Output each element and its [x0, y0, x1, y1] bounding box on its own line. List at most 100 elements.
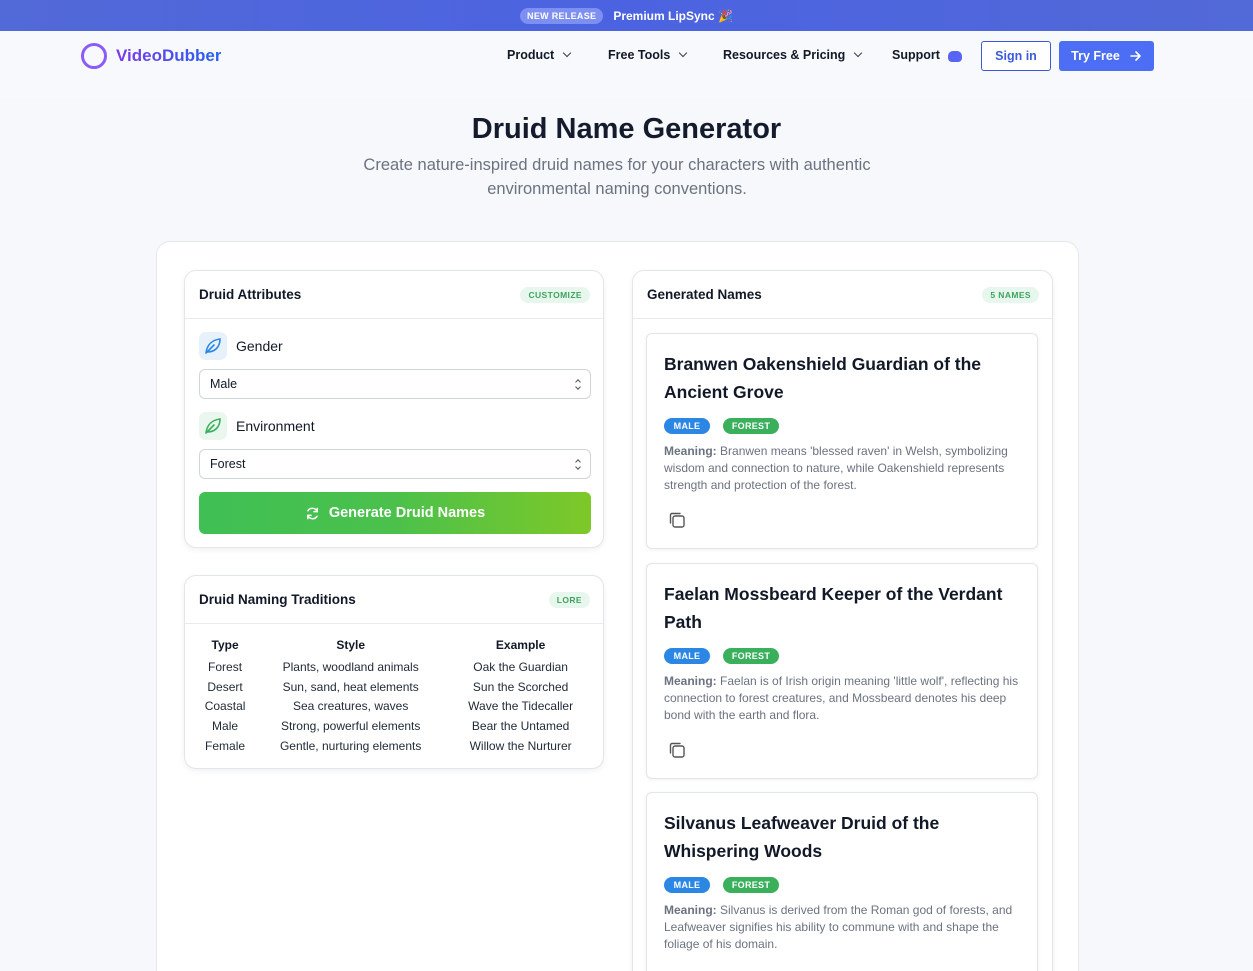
druid-attributes-card: Druid Attributes CUSTOMIZE Gender Male E… [184, 270, 604, 548]
gender-select[interactable]: Male [199, 369, 591, 399]
leaf-icon [199, 412, 227, 440]
cell-type: Male [212, 719, 239, 734]
druid-name: Silvanus Leafweaver Druid of the Whisper… [664, 813, 940, 861]
select-arrows-icon [575, 378, 581, 390]
generated-names-card: Generated Names 5 NAMES Branwen Oakenshi… [632, 270, 1053, 971]
naming-traditions-card: Druid Naming Traditions LORE Type Style … [184, 575, 604, 769]
card-header: Generated Names 5 NAMES [633, 271, 1052, 319]
environment-select[interactable]: Forest [199, 449, 591, 479]
page-subtitle: Create nature-inspired druid names for y… [363, 156, 871, 198]
name-result-card: Faelan Mossbeard Keeper of the Verdant P… [646, 563, 1038, 779]
lore-tag: LORE [548, 591, 590, 608]
cell-style: Sun, sand, heat elements [282, 679, 419, 694]
refresh-icon [306, 507, 318, 519]
cell-example: Bear the Untamed [471, 719, 570, 734]
copy-icon[interactable] [667, 510, 687, 530]
page-title: Druid Name Generator [471, 113, 782, 145]
announcement-message[interactable]: Premium LipSync 🎉 [613, 9, 733, 23]
meaning-label: Meaning: [664, 674, 717, 688]
environment-badge: FOREST [723, 648, 779, 664]
traditions-table: Type Style Example Forest Plants, woodlan… [197, 638, 593, 756]
meaning-label: Meaning: [664, 444, 717, 458]
arrow-right-icon [1130, 51, 1141, 61]
cell-example: Wave the Tidecaller [468, 699, 574, 714]
gender-badge: MALE [664, 877, 710, 893]
cell-style: Gentle, nurturing elements [279, 739, 422, 754]
card-title: Druid Attributes [199, 287, 302, 302]
nav-support-label: Support [892, 48, 940, 62]
druid-name: Branwen Oakenshield Guardian of the Anci… [664, 354, 982, 402]
discord-icon [947, 50, 962, 62]
card-title: Generated Names [647, 287, 762, 302]
gender-label-text: Gender [236, 338, 283, 354]
gender-select-value: Male [210, 377, 238, 391]
nav-resources-label: Resources & Pricing [723, 48, 846, 62]
new-release-pill: NEW RELEASE [520, 7, 604, 24]
name-result-card: Silvanus Leafweaver Druid of the Whisper… [646, 792, 1038, 971]
select-arrows-icon [575, 458, 581, 470]
nav-free-tools-label: Free Tools [608, 48, 671, 62]
logo-text: VideoDubber [116, 46, 222, 65]
table-row: Forest Plants, woodland animals Oak the Gu… [197, 657, 593, 677]
name-meaning: Meaning: Silvanus is derived from the Ro… [664, 902, 1024, 953]
table-row: Female Gentle, nurturing elements Willow t… [197, 736, 593, 756]
cell-example: Oak the Guardian [473, 659, 568, 674]
nav-resources-pricing[interactable]: Resources & Pricing [723, 48, 863, 62]
cell-type: Desert [207, 679, 243, 694]
chevron-down-icon [679, 48, 688, 58]
logo-ring-icon [81, 43, 107, 69]
site-header: VideoDubber Product Free Tools Resources… [0, 31, 1253, 98]
nav-free-tools[interactable]: Free Tools [608, 48, 688, 62]
table-row: Desert Sun, sand, heat elements Sun the Sc… [197, 677, 593, 697]
gender-badge: MALE [664, 418, 710, 434]
col-type: Type [211, 638, 239, 652]
cell-type: Female [205, 739, 246, 754]
customize-tag: CUSTOMIZE [520, 286, 590, 303]
cell-example: Willow the Nurturer [469, 739, 572, 754]
gender-badge: MALE [664, 648, 710, 664]
name-meaning: Meaning: Faelan is of Irish origin meani… [664, 673, 1024, 724]
meaning-text: Faelan is of Irish origin meaning 'littl… [664, 674, 1019, 722]
cell-style: Plants, woodland animals [282, 659, 419, 674]
environment-badge: FOREST [723, 418, 779, 434]
try-free-label: Try Free [1071, 49, 1120, 63]
nav-support[interactable]: Support [892, 48, 962, 62]
generator-container: Druid Attributes CUSTOMIZE Gender Male E… [156, 241, 1079, 971]
cell-example: Sun the Scorched [472, 679, 569, 694]
col-example: Example [495, 638, 546, 652]
meaning-label: Meaning: [664, 903, 717, 917]
nav-product[interactable]: Product [507, 48, 572, 62]
card-header: Druid Attributes CUSTOMIZE [185, 271, 603, 319]
table-row: Coastal Sea creatures, waves Wave the Tide… [197, 697, 593, 717]
cell-style: Sea creatures, waves [292, 699, 409, 714]
cell-type: Forest [208, 659, 243, 674]
card-header: Druid Naming Traditions LORE [185, 576, 603, 624]
announcement-bar[interactable]: NEW RELEASE Premium LipSync 🎉 [0, 0, 1253, 31]
druid-name: Faelan Mossbeard Keeper of the Verdant P… [664, 584, 1003, 632]
names-count-tag: 5 NAMES [982, 286, 1039, 303]
col-style: Style [336, 638, 366, 652]
environment-label: Environment [199, 412, 315, 440]
environment-select-value: Forest [210, 457, 246, 471]
environment-badge: FOREST [723, 877, 779, 893]
nav-product-label: Product [507, 48, 555, 62]
table-header-row: Type Style Example [197, 638, 593, 657]
name-meaning: Meaning: Branwen means 'blessed raven' i… [664, 443, 1024, 494]
gender-label: Gender [199, 332, 283, 360]
leaf-icon [199, 332, 227, 360]
generate-names-button[interactable]: Generate Druid Names [199, 492, 591, 534]
meaning-text: Silvanus is derived from the Roman god o… [664, 903, 1013, 951]
try-free-button[interactable]: Try Free [1059, 41, 1154, 71]
card-title: Druid Naming Traditions [199, 592, 356, 607]
chevron-down-icon [854, 48, 863, 58]
cell-type: Coastal [204, 699, 246, 714]
name-result-card: Branwen Oakenshield Guardian of the Anci… [646, 333, 1038, 549]
generate-label: Generate Druid Names [328, 505, 486, 521]
chevron-down-icon [562, 48, 572, 58]
copy-icon[interactable] [667, 740, 687, 760]
table-row: Male Strong, powerful elements Bear the Un… [197, 716, 593, 736]
cell-style: Strong, powerful elements [280, 719, 421, 734]
environment-label-text: Environment [236, 418, 315, 434]
logo[interactable]: VideoDubber [81, 43, 221, 69]
sign-in-button[interactable]: Sign in [981, 41, 1051, 71]
